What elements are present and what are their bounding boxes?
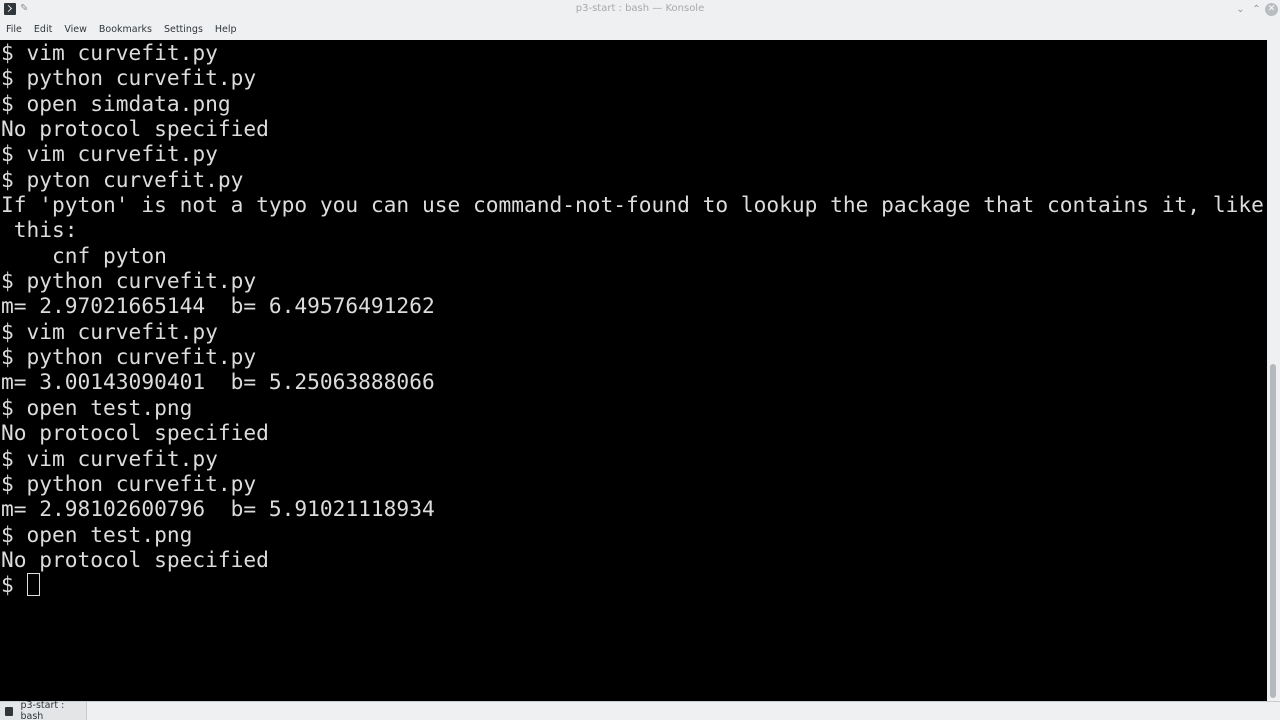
terminal-line: No protocol specified bbox=[1, 546, 269, 572]
terminal-icon bbox=[5, 706, 14, 716]
minimize-icon[interactable]: ⌄ bbox=[1234, 3, 1247, 16]
terminal-line: $ vim curvefit.py bbox=[1, 445, 218, 471]
terminal-line: $ python curvefit.py bbox=[1, 65, 257, 91]
menu-settings[interactable]: Settings bbox=[158, 20, 209, 40]
tab-bar: p3-start : bash bbox=[0, 700, 1280, 720]
terminal-line: cnf pyton bbox=[1, 242, 167, 268]
terminal-line: If 'pyton' is not a typo you can use com… bbox=[1, 192, 1264, 218]
terminal-line: $ python curvefit.py bbox=[1, 344, 257, 370]
terminal-lines: $ vim curvefit.py $ python curvefit.py $… bbox=[1, 40, 1264, 598]
menu-file[interactable]: File bbox=[0, 20, 28, 40]
terminal-line: $ python curvefit.py bbox=[1, 470, 257, 496]
terminal-line: m= 2.97021665144 b= 6.49576491262 bbox=[1, 293, 435, 319]
maximize-icon[interactable]: ⌃ bbox=[1250, 3, 1263, 16]
terminal-line: $ vim curvefit.py bbox=[1, 141, 218, 167]
terminal-output[interactable]: $ vim curvefit.py $ python curvefit.py $… bbox=[0, 40, 1267, 701]
scrollbar-thumb[interactable] bbox=[1270, 364, 1276, 698]
menu-edit[interactable]: Edit bbox=[28, 20, 58, 40]
terminal-line: $ vim curvefit.py bbox=[1, 40, 218, 65]
menu-view[interactable]: View bbox=[58, 20, 93, 40]
window-title: p3-start : bash — Konsole bbox=[575, 3, 705, 14]
tab-label: p3-start : bash bbox=[20, 700, 65, 720]
terminal-line: No protocol specified bbox=[1, 116, 269, 142]
menu-help[interactable]: Help bbox=[209, 20, 243, 40]
terminal-line: $ open test.png bbox=[1, 394, 193, 420]
prompt-line[interactable]: $ bbox=[1, 572, 1264, 597]
prompt: $ bbox=[1, 572, 27, 598]
tab-p3-start[interactable]: p3-start : bash bbox=[0, 700, 87, 720]
terminal-line: m= 2.98102600796 b= 5.91021118934 bbox=[1, 496, 435, 522]
menu-bar: File Edit View Bookmarks Settings Help bbox=[0, 20, 1280, 40]
menu-bookmarks[interactable]: Bookmarks bbox=[93, 20, 158, 40]
terminal-line: $ pyton curvefit.py bbox=[1, 166, 244, 192]
text-cursor bbox=[26, 573, 40, 597]
terminal-line: $ open test.png bbox=[1, 521, 193, 547]
terminal-line: $ python curvefit.py bbox=[1, 268, 257, 294]
terminal-line: $ open simdata.png bbox=[1, 90, 231, 116]
terminal-line: m= 3.00143090401 b= 5.25063888066 bbox=[1, 369, 435, 395]
terminal-line: $ vim curvefit.py bbox=[1, 318, 218, 344]
terminal-line: this: bbox=[1, 217, 78, 243]
vertical-scrollbar[interactable] bbox=[1267, 40, 1280, 701]
konsole-window: ✎ p3-start : bash — Konsole ⌄ ⌃ ✕ File E… bbox=[0, 0, 1280, 720]
title-bar[interactable]: ✎ p3-start : bash — Konsole ⌄ ⌃ ✕ bbox=[0, 0, 1280, 20]
close-icon[interactable]: ✕ bbox=[1265, 3, 1278, 16]
terminal-line: No protocol specified bbox=[1, 420, 269, 446]
